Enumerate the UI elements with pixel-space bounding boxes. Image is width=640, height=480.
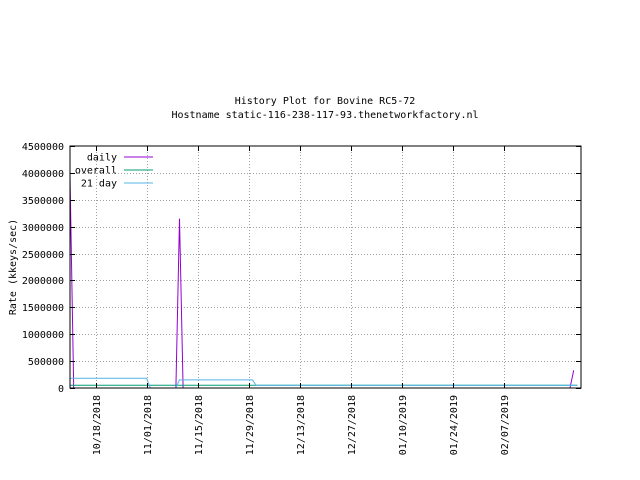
x-tick-label: 01/24/2019: [449, 395, 460, 455]
x-tick-label: 10/18/2018: [92, 395, 103, 455]
legend-label-overall: overall: [75, 166, 117, 177]
y-tick-label: 3500000: [22, 196, 64, 207]
legend-label-daily: daily: [87, 153, 117, 164]
y-tick-label: 1000000: [22, 330, 64, 341]
series-line-21-day: [70, 377, 578, 389]
x-tick-label: 12/27/2018: [347, 395, 358, 455]
x-tick-label: 01/10/2019: [398, 395, 409, 455]
x-tick-label: 11/01/2018: [143, 395, 154, 455]
x-tick-label: 12/13/2018: [296, 395, 307, 455]
y-tick-label: 4500000: [22, 142, 64, 153]
grid: [70, 146, 581, 388]
y-tick-label: 4000000: [22, 169, 64, 180]
y-tick-label: 2000000: [22, 276, 64, 287]
y-axis-label: Rate (kkeys/sec): [8, 219, 19, 315]
y-tick-label: 500000: [28, 357, 64, 368]
chart-title: History Plot for Bovine RC5-72: [235, 96, 416, 107]
legend: daily overall 21 day: [75, 153, 153, 190]
chart-subtitle: Hostname static-116-238-117-93.thenetwor…: [171, 110, 478, 121]
x-tick-label: 11/29/2018: [245, 395, 256, 455]
x-tick-label: 02/07/2019: [500, 395, 511, 455]
y-tick-label: 1500000: [22, 303, 64, 314]
history-chart: History Plot for Bovine RC5-72 Hostname …: [8, 96, 582, 455]
series-line-daily: [69, 175, 575, 389]
series-lines: [69, 175, 578, 389]
y-tick-label: 3000000: [22, 223, 64, 234]
legend-label-21-day: 21 day: [81, 179, 117, 190]
x-tick-label: 11/15/2018: [194, 395, 205, 455]
y-tick-label: 0: [58, 384, 64, 395]
y-tick-label: 2500000: [22, 250, 64, 261]
